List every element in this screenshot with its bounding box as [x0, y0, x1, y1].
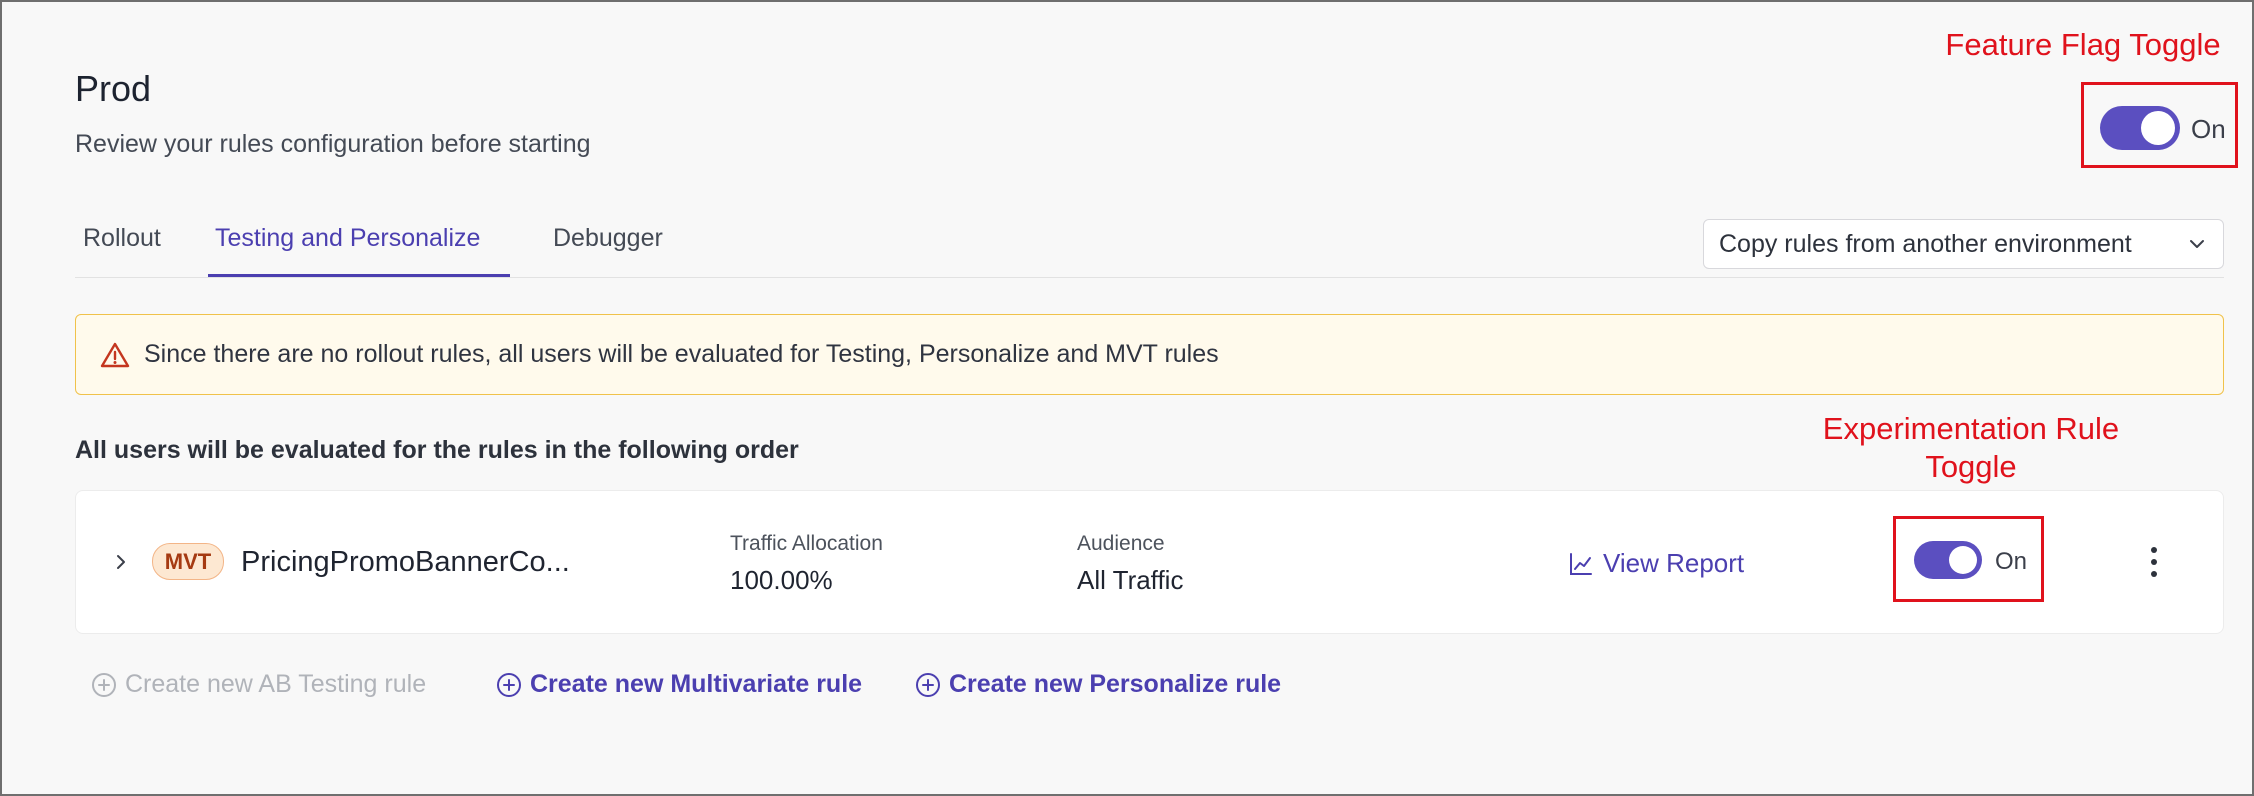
audience-value: All Traffic	[1077, 565, 1184, 595]
chevron-down-icon	[2190, 240, 2204, 248]
feature-flag-annotation: Feature Flag Toggle	[1945, 27, 2221, 62]
create-personalize-rule-link[interactable]: Create new Personalize rule	[915, 670, 1281, 699]
tab-testing-and-personalize[interactable]: Testing and Personalize	[215, 224, 480, 253]
copy-rules-label: Copy rules from another environment	[1719, 229, 2132, 258]
plus-circle-icon	[92, 672, 116, 697]
toggle-knob	[2141, 111, 2175, 145]
tab-rollout[interactable]: Rollout	[83, 224, 161, 253]
chevron-right-icon[interactable]	[110, 551, 132, 573]
evaluation-order-text: All users will be evaluated for the rule…	[75, 436, 799, 464]
traffic-allocation-label: Traffic Allocation	[730, 532, 883, 555]
rule-type-badge: MVT	[152, 543, 224, 580]
create-ab-testing-rule-link[interactable]: Create new AB Testing rule	[91, 670, 426, 699]
experimentation-rule-toggle-label: On	[1995, 548, 2028, 575]
view-report-label: View Report	[1603, 548, 1745, 578]
tab-divider	[75, 277, 2224, 278]
page-subtitle: Review your rules configuration before s…	[75, 130, 591, 158]
page-frame: Prod Review your rules configuration bef…	[0, 0, 2254, 796]
copy-rules-dropdown[interactable]: Copy rules from another environment	[1703, 219, 2224, 269]
experimentation-rule-toggle[interactable]	[1914, 541, 1982, 579]
page-title: Prod	[75, 68, 152, 109]
view-report-link[interactable]: View Report	[1568, 548, 1744, 579]
warning-banner: Since there are no rollout rules, all us…	[75, 314, 2224, 395]
audience-label: Audience	[1077, 532, 1165, 555]
rule-name[interactable]: PricingPromoBannerCo...	[241, 546, 570, 579]
create-personalize-rule-label: Create new Personalize rule	[949, 670, 1282, 698]
warning-triangle-icon	[100, 342, 130, 367]
chart-icon	[1570, 552, 1592, 575]
feature-flag-toggle-label: On	[2191, 114, 2226, 144]
create-multivariate-rule-label: Create new Multivariate rule	[530, 670, 863, 698]
create-ab-testing-rule-label: Create new AB Testing rule	[125, 670, 427, 698]
traffic-allocation-value: 100.00%	[730, 565, 833, 595]
plus-circle-icon	[916, 672, 940, 697]
feature-flag-toggle[interactable]	[2100, 106, 2180, 150]
experimentation-rule-annotation: Experimentation Rule Toggle	[1822, 411, 2120, 484]
tab-debugger[interactable]: Debugger	[553, 224, 663, 253]
warning-text: Since there are no rollout rules, all us…	[144, 340, 1219, 368]
plus-circle-icon	[497, 672, 521, 697]
more-options-icon[interactable]	[2144, 544, 2164, 580]
toggle-knob	[1949, 546, 1977, 574]
create-multivariate-rule-link[interactable]: Create new Multivariate rule	[496, 670, 862, 699]
